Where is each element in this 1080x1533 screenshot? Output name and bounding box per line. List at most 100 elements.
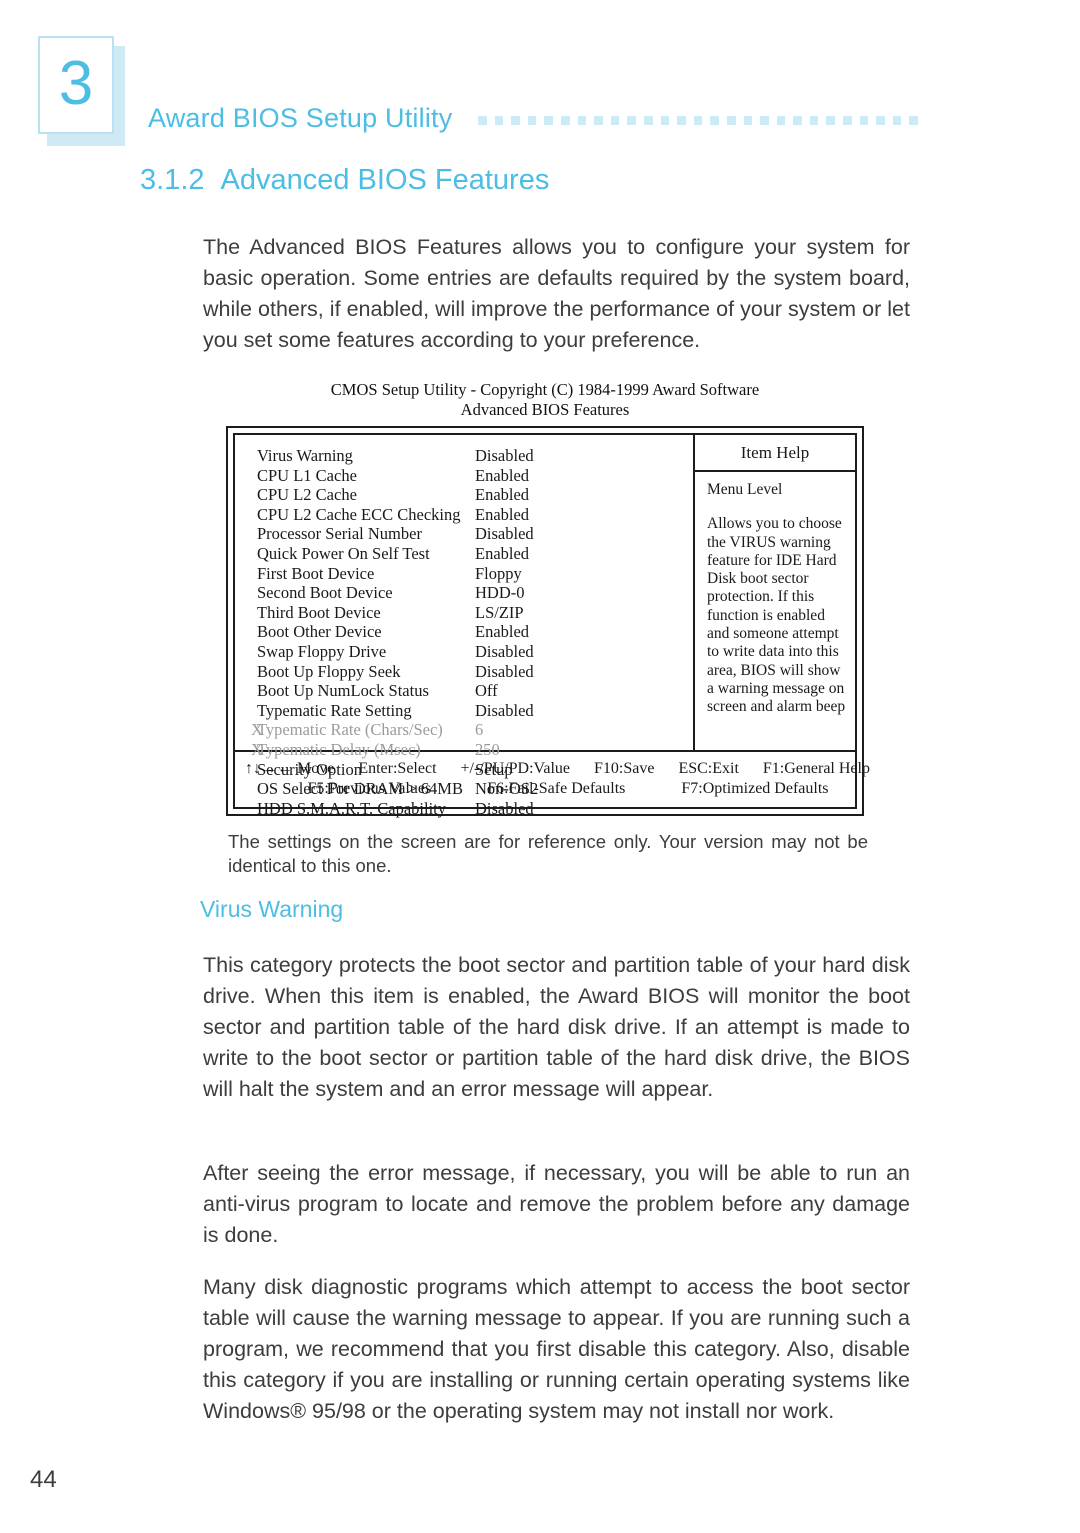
bios-setting-row[interactable]: Virus Warning Disabled bbox=[235, 446, 693, 466]
bios-setting-value[interactable]: Setup bbox=[475, 760, 693, 780]
bios-setting-disabled-marker: X bbox=[251, 720, 263, 740]
header-dot-rule bbox=[478, 113, 919, 127]
bios-setting-label: First Boot Device bbox=[257, 563, 375, 583]
header-dot bbox=[826, 115, 836, 125]
bios-setting-value[interactable]: Enabled bbox=[475, 544, 693, 564]
bios-setting-label: CPU L2 Cache ECC Checking bbox=[257, 504, 461, 524]
bios-setting-value[interactable]: LS/ZIP bbox=[475, 603, 693, 623]
bios-setting-row[interactable]: CPU L2 Cache ECC Checking Enabled bbox=[235, 505, 693, 525]
bios-item-help-title: Item Help bbox=[695, 435, 855, 472]
bios-setting-row[interactable]: CPU L2 Cache Enabled bbox=[235, 485, 693, 505]
bios-setting-label: Processor Serial Number bbox=[257, 524, 422, 544]
chapter-title: Award BIOS Setup Utility bbox=[148, 103, 453, 133]
bios-setting-value[interactable]: Disabled bbox=[475, 701, 693, 721]
bios-setting-row[interactable]: Swap Floppy Drive Disabled bbox=[235, 642, 693, 662]
bios-setting-value[interactable]: Disabled bbox=[475, 662, 693, 682]
bios-setting-value[interactable]: 250 bbox=[475, 740, 693, 760]
chapter-number: 3 bbox=[58, 49, 94, 118]
bios-setting-row[interactable]: Quick Power On Self Test Enabled bbox=[235, 544, 693, 564]
header-dot bbox=[793, 115, 802, 125]
bios-frame-inner: Virus Warning Disabled CPU L1 Cache Enabled… bbox=[233, 433, 870, 818]
bios-setting-label: Typematic Rate Setting bbox=[257, 700, 412, 720]
bios-setting-label: CPU L1 Cache bbox=[257, 465, 357, 485]
header-dot bbox=[843, 115, 852, 125]
header-dot bbox=[743, 115, 753, 125]
bios-setting-row[interactable]: First Boot Device Floppy bbox=[235, 564, 693, 584]
section-heading: 3.1.2 Advanced BIOS Features bbox=[140, 164, 549, 197]
bios-setting-value[interactable]: Non-OS2 bbox=[475, 779, 693, 799]
bios-setting-value[interactable]: Disabled bbox=[475, 642, 693, 662]
header-dot bbox=[610, 115, 620, 125]
bios-item-help-pane: Item Help Menu Level Allows you to choos… bbox=[695, 435, 855, 750]
bios-settings-list: Virus Warning Disabled CPU L1 Cache Enabled… bbox=[235, 435, 695, 818]
subsection-heading: Virus Warning bbox=[200, 896, 344, 922]
header-dot bbox=[892, 115, 902, 125]
bios-setting-value[interactable]: Off bbox=[475, 681, 693, 701]
header-dot bbox=[710, 115, 719, 125]
bios-setting-row[interactable]: X Typematic Delay (Msec) 250 bbox=[235, 740, 693, 760]
bios-setting-value[interactable]: Enabled bbox=[475, 505, 693, 525]
header-dot bbox=[726, 115, 736, 125]
bios-copyright-line: CMOS Setup Utility - Copyright (C) 1984-… bbox=[330, 380, 760, 399]
bios-menu-level-label: Menu Level bbox=[707, 481, 783, 498]
bios-setting-label: Swap Floppy Drive bbox=[257, 641, 387, 661]
section-number: 3.1.2 bbox=[140, 164, 205, 196]
header-dot bbox=[876, 115, 885, 125]
bios-setting-disabled-marker: X bbox=[251, 739, 263, 759]
bios-setting-label: HDD S.M.A.R.T. Capability bbox=[257, 798, 446, 818]
header-dot bbox=[494, 115, 504, 125]
header-dot bbox=[527, 115, 537, 125]
page-number: 44 bbox=[30, 1466, 57, 1493]
bios-setting-label: Boot Up Floppy Seek bbox=[257, 661, 401, 681]
bios-setting-value[interactable]: Enabled bbox=[475, 622, 693, 642]
bios-setting-row[interactable]: Processor Serial Number Disabled bbox=[235, 524, 693, 544]
header-dot bbox=[560, 115, 570, 125]
bios-body: Virus Warning Disabled CPU L1 Cache Enabled… bbox=[235, 435, 855, 818]
chapter-header: 3 Award BIOS Setup Utility bbox=[0, 0, 1080, 160]
bios-setup-figure: CMOS Setup Utility - Copyright (C) 1984-… bbox=[226, 380, 870, 818]
bios-screen-title: Advanced BIOS Features bbox=[460, 400, 630, 419]
bios-setting-value[interactable]: Floppy bbox=[475, 564, 693, 584]
body-paragraph-1: This category protects the boot sector a… bbox=[203, 953, 910, 1101]
bios-setting-value[interactable]: 6 bbox=[475, 720, 693, 740]
bios-setting-label: Second Boot Device bbox=[257, 583, 393, 603]
bios-key-hint: F1:General Help bbox=[762, 760, 870, 777]
bios-setting-value[interactable]: Disabled bbox=[475, 524, 693, 544]
bios-setting-row[interactable]: Boot Other Device Enabled bbox=[235, 622, 693, 642]
bios-setting-label: Security Option bbox=[257, 759, 362, 779]
bios-setting-value[interactable]: Disabled bbox=[475, 446, 693, 466]
body-paragraph-2: After seeing the error message, if neces… bbox=[203, 1161, 910, 1247]
bios-key-hint: F7:Optimized Defaults bbox=[681, 780, 829, 797]
header-dot bbox=[577, 115, 587, 125]
bios-setting-row[interactable]: Typematic Rate Setting Disabled bbox=[235, 701, 693, 721]
bios-setting-row[interactable]: Third Boot Device LS/ZIP bbox=[235, 603, 693, 623]
bios-setting-value[interactable]: Enabled bbox=[475, 466, 693, 486]
header-dot bbox=[909, 115, 919, 125]
header-dot bbox=[627, 115, 636, 125]
header-dot bbox=[544, 115, 553, 125]
bios-setting-row[interactable]: Boot Up NumLock Status Off bbox=[235, 681, 693, 701]
bios-setting-label: Typematic Delay (Msec) bbox=[257, 739, 421, 759]
header-dot bbox=[859, 115, 869, 125]
body-paragraph-3: Many disk diagnostic programs which atte… bbox=[203, 1275, 910, 1423]
bios-setting-value[interactable]: Disabled bbox=[475, 799, 693, 819]
header-dot bbox=[809, 115, 819, 125]
bios-setting-row[interactable]: OS Select For DRAM > 64MB Non-OS2 bbox=[235, 779, 693, 799]
header-dot bbox=[693, 115, 703, 125]
bios-setting-row[interactable]: Boot Up Floppy Seek Disabled bbox=[235, 662, 693, 682]
bios-setting-row[interactable]: Second Boot Device HDD-0 bbox=[235, 583, 693, 603]
figure-caption: The settings on the screen are for refer… bbox=[228, 831, 868, 876]
bios-setting-row[interactable]: X Typematic Rate (Chars/Sec) 6 bbox=[235, 720, 693, 740]
bios-setting-row[interactable]: CPU L1 Cache Enabled bbox=[235, 466, 693, 486]
bios-setting-value[interactable]: HDD-0 bbox=[475, 583, 693, 603]
bios-setting-row[interactable]: Security Option Setup bbox=[235, 760, 693, 780]
bios-setting-value[interactable]: Enabled bbox=[475, 485, 693, 505]
bios-setting-label: OS Select For DRAM > 64MB bbox=[257, 779, 463, 799]
chapter-badge: 3 bbox=[38, 36, 125, 146]
section-title: Advanced BIOS Features bbox=[220, 164, 550, 196]
bios-setting-label: Virus Warning bbox=[257, 446, 353, 465]
bios-setting-label: Boot Up NumLock Status bbox=[257, 681, 429, 701]
bios-setting-label: Third Boot Device bbox=[257, 602, 381, 622]
header-dot bbox=[478, 115, 487, 125]
bios-setting-row[interactable]: HDD S.M.A.R.T. Capability Disabled bbox=[235, 799, 693, 819]
